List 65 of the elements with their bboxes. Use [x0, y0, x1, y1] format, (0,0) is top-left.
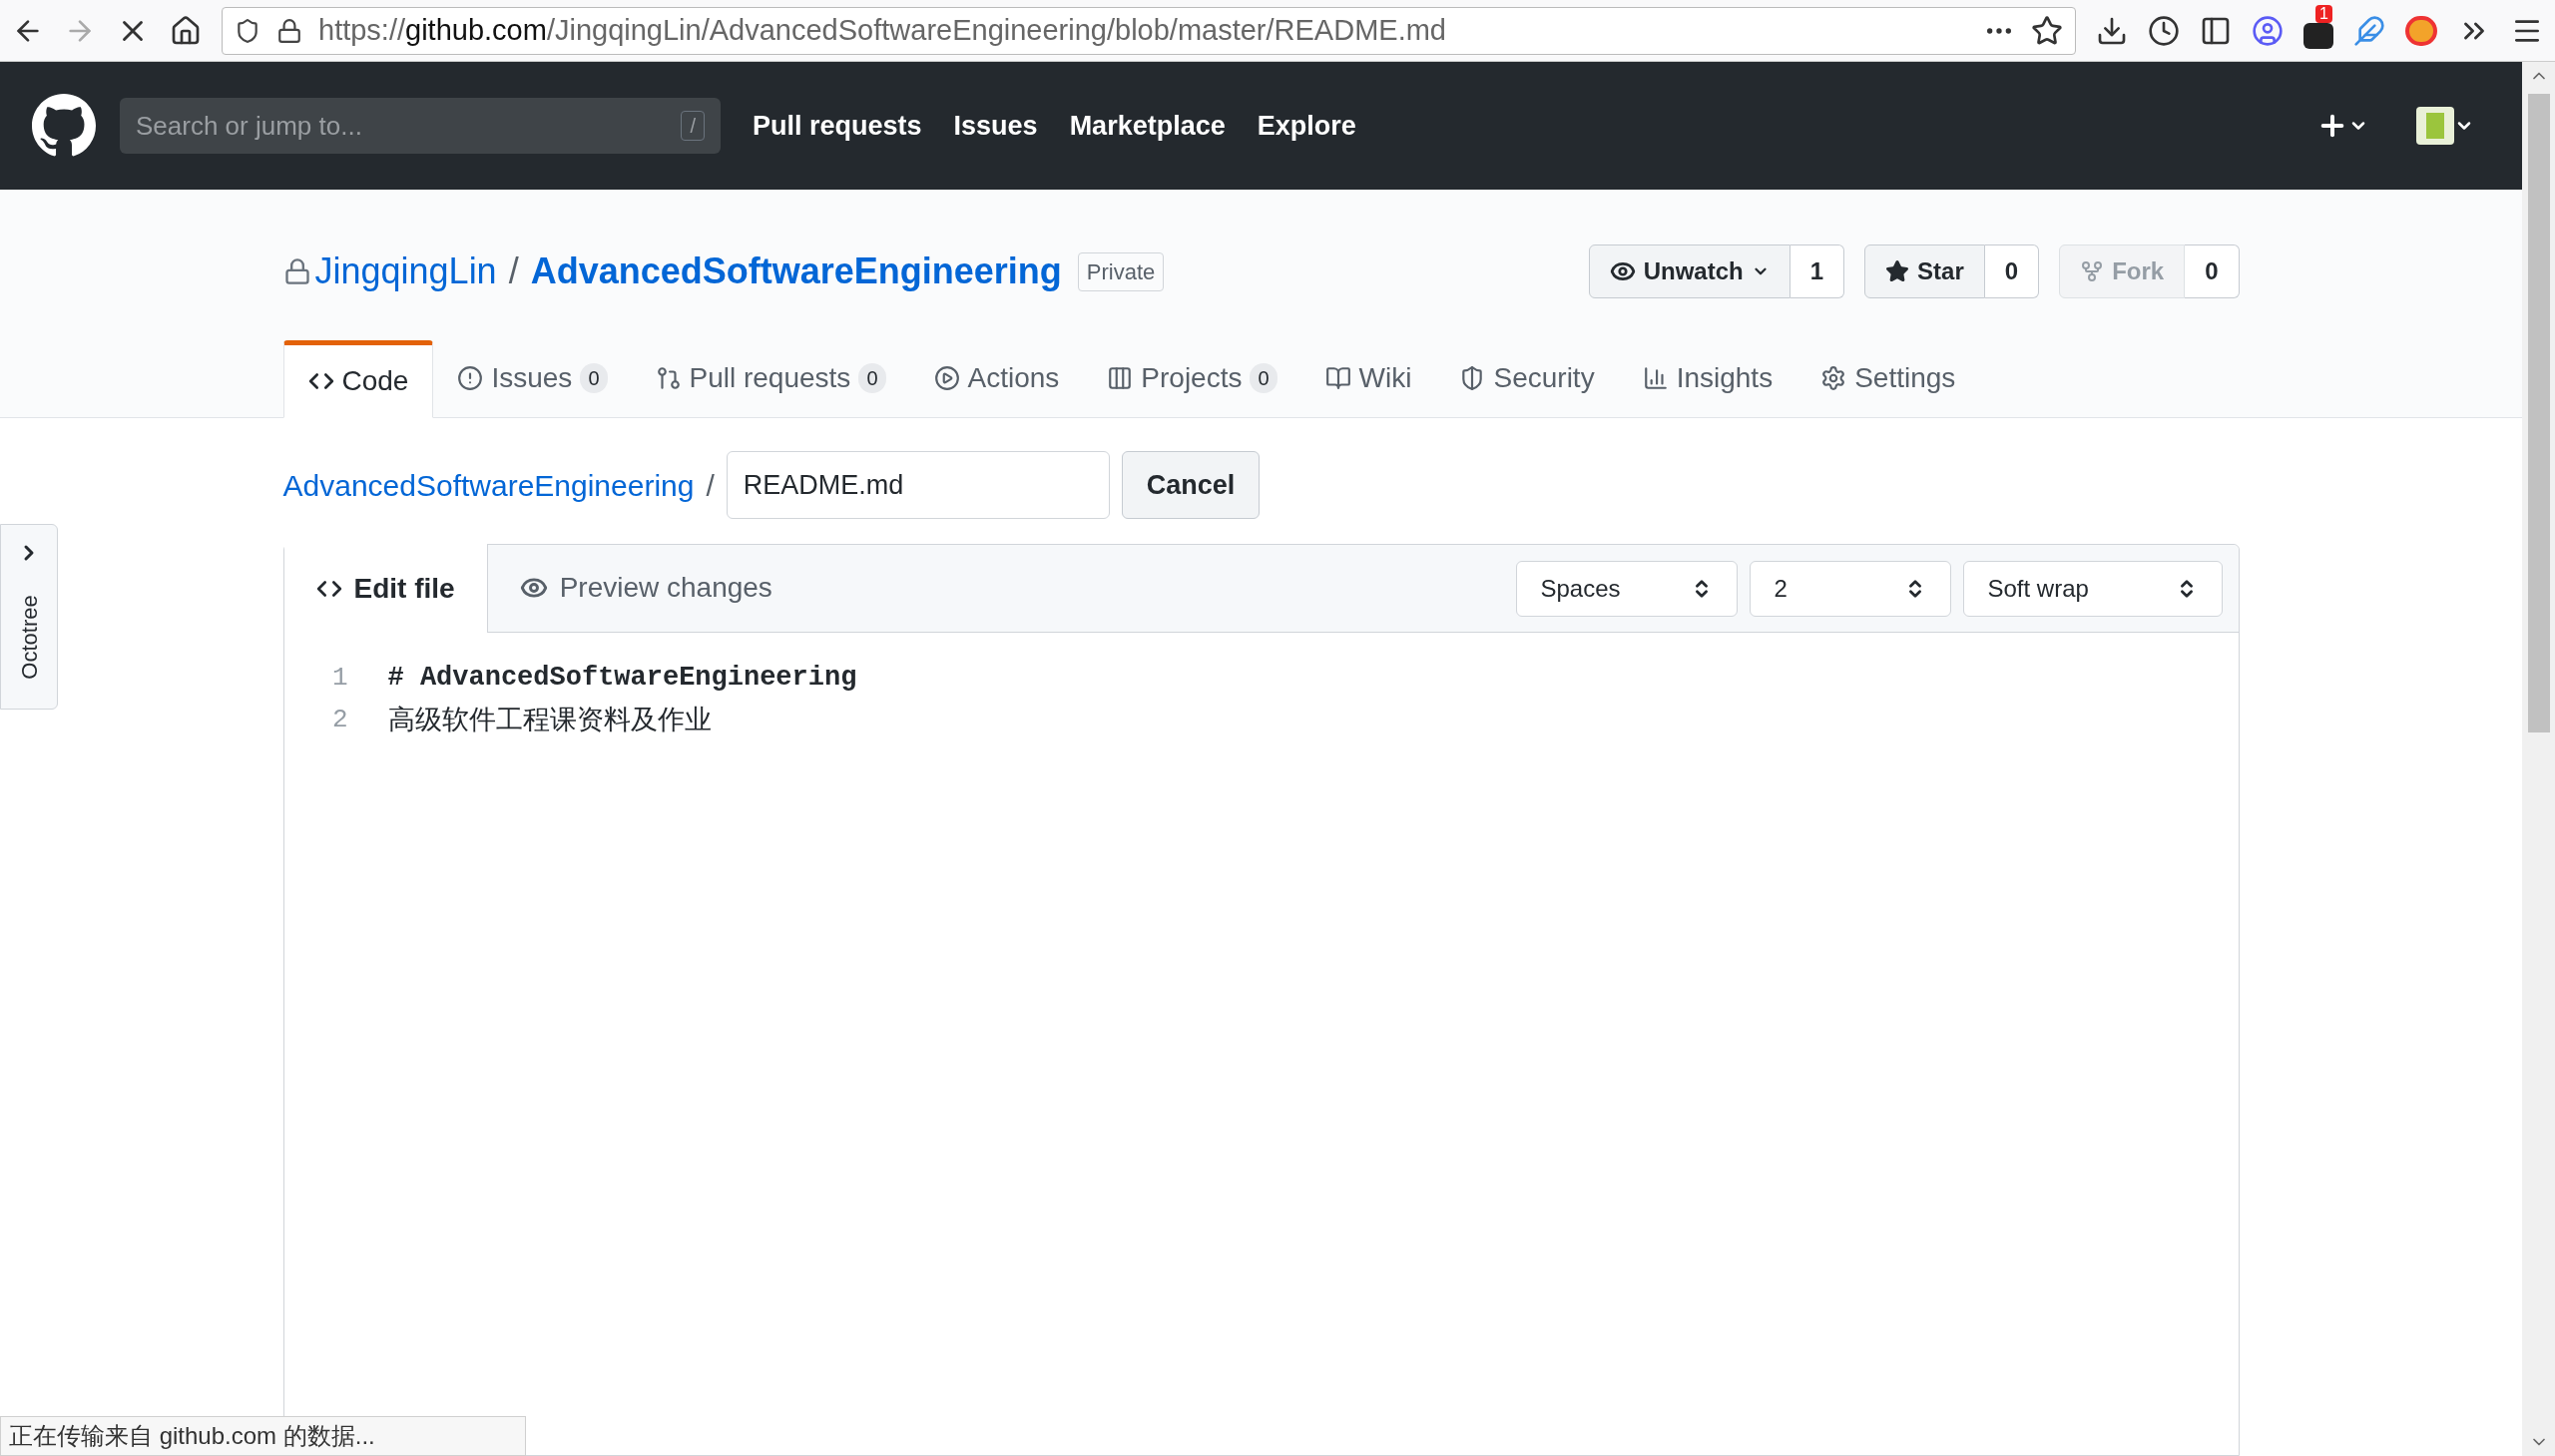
editor-tab[interactable]: Preview changes — [487, 544, 804, 632]
book-icon — [1324, 365, 1351, 391]
cancel-button[interactable]: Cancel — [1121, 451, 1261, 519]
address-bar[interactable]: https://github.com/JingqingLin/AdvancedSoftwareEngineering/blob/master/README.md — [222, 6, 2076, 55]
path-separator: / — [706, 467, 715, 504]
scroll-thumb[interactable] — [2527, 94, 2550, 732]
social-count[interactable]: 1 — [1789, 244, 1845, 298]
line-number: 1 — [330, 661, 349, 695]
feather-icon[interactable] — [2353, 14, 2385, 47]
nav-link[interactable]: Marketplace — [1069, 105, 1226, 147]
tab-counter: 0 — [858, 363, 886, 393]
shield-icon — [235, 17, 260, 44]
pull-request-icon — [655, 365, 682, 391]
bar-chart-icon — [1642, 365, 1669, 391]
issue-icon — [457, 365, 484, 391]
filename-field[interactable]: README.md — [726, 451, 1110, 519]
star-button[interactable]: Star — [1864, 244, 1985, 298]
code-line: # AdvancedSoftwareEngineering — [386, 661, 857, 695]
status-text: 正在传输来自 github.com 的数据... — [9, 1421, 375, 1451]
url-text: https://github.com/JingqingLin/AdvancedSoftwareEngineering/blob/master/README.md — [318, 12, 1446, 48]
octotree-tab[interactable]: Octotree — [0, 524, 58, 710]
notification-badge: 1 — [2315, 4, 2332, 23]
tab-counter: 0 — [580, 363, 608, 393]
repo-tab[interactable]: Settings — [1796, 339, 1980, 417]
repo-tab[interactable]: Projects 0 — [1083, 339, 1301, 417]
repo-link[interactable]: AdvancedSoftwareEngineering — [282, 462, 695, 508]
repo-tab[interactable]: Actions — [909, 339, 1084, 417]
editor-tab[interactable]: Edit file — [283, 544, 488, 633]
lock-icon — [282, 257, 311, 285]
extension-icon[interactable] — [2303, 22, 2333, 49]
star-icon — [1885, 259, 1910, 283]
play-icon — [933, 365, 960, 391]
avatar-icon — [2416, 107, 2454, 145]
account-icon[interactable] — [2252, 14, 2284, 47]
select-field[interactable]: Spaces — [1515, 560, 1738, 617]
repo-tab[interactable]: Security — [1435, 339, 1619, 417]
watch-button[interactable]: Unwatch — [1588, 244, 1790, 298]
shortcut-key: / — [681, 111, 705, 141]
project-board-icon — [1107, 365, 1134, 391]
fork-icon — [2080, 259, 2105, 283]
path-separator: / — [508, 249, 519, 293]
tab-counter: 0 — [1250, 363, 1278, 393]
repo-tab[interactable]: Issues 0 — [433, 339, 632, 417]
lock-icon — [276, 17, 302, 44]
code-line: 高级软件工程课资料及作业 — [386, 703, 712, 736]
settings-icon — [1820, 365, 1847, 391]
repo-tab[interactable]: Insights — [1618, 339, 1797, 417]
private-label: Private — [1077, 251, 1165, 291]
bookmark-star-icon[interactable] — [2031, 14, 2063, 47]
social-count[interactable]: 0 — [1984, 244, 2040, 298]
select-field[interactable]: 2 — [1749, 560, 1951, 617]
clock-icon[interactable] — [2148, 14, 2180, 47]
octocat-logo[interactable] — [32, 94, 96, 158]
repo-tab[interactable]: Wiki — [1300, 339, 1436, 417]
home-icon[interactable] — [170, 14, 202, 47]
nav-link[interactable]: Issues — [953, 105, 1038, 147]
select-field[interactable]: Soft wrap — [1962, 560, 2223, 617]
octotree-label: Octotree — [15, 595, 43, 680]
line-number: 2 — [330, 703, 349, 736]
nav-link[interactable]: Explore — [1257, 105, 1356, 147]
repo-link[interactable]: AdvancedSoftwareEngineering — [530, 244, 1062, 298]
owner-link[interactable]: JingqingLin — [314, 244, 497, 298]
repo-tab[interactable]: Code — [282, 340, 434, 418]
nav-link[interactable]: Pull requests — [753, 105, 922, 147]
repo-tab[interactable]: Pull requests 0 — [631, 339, 910, 417]
